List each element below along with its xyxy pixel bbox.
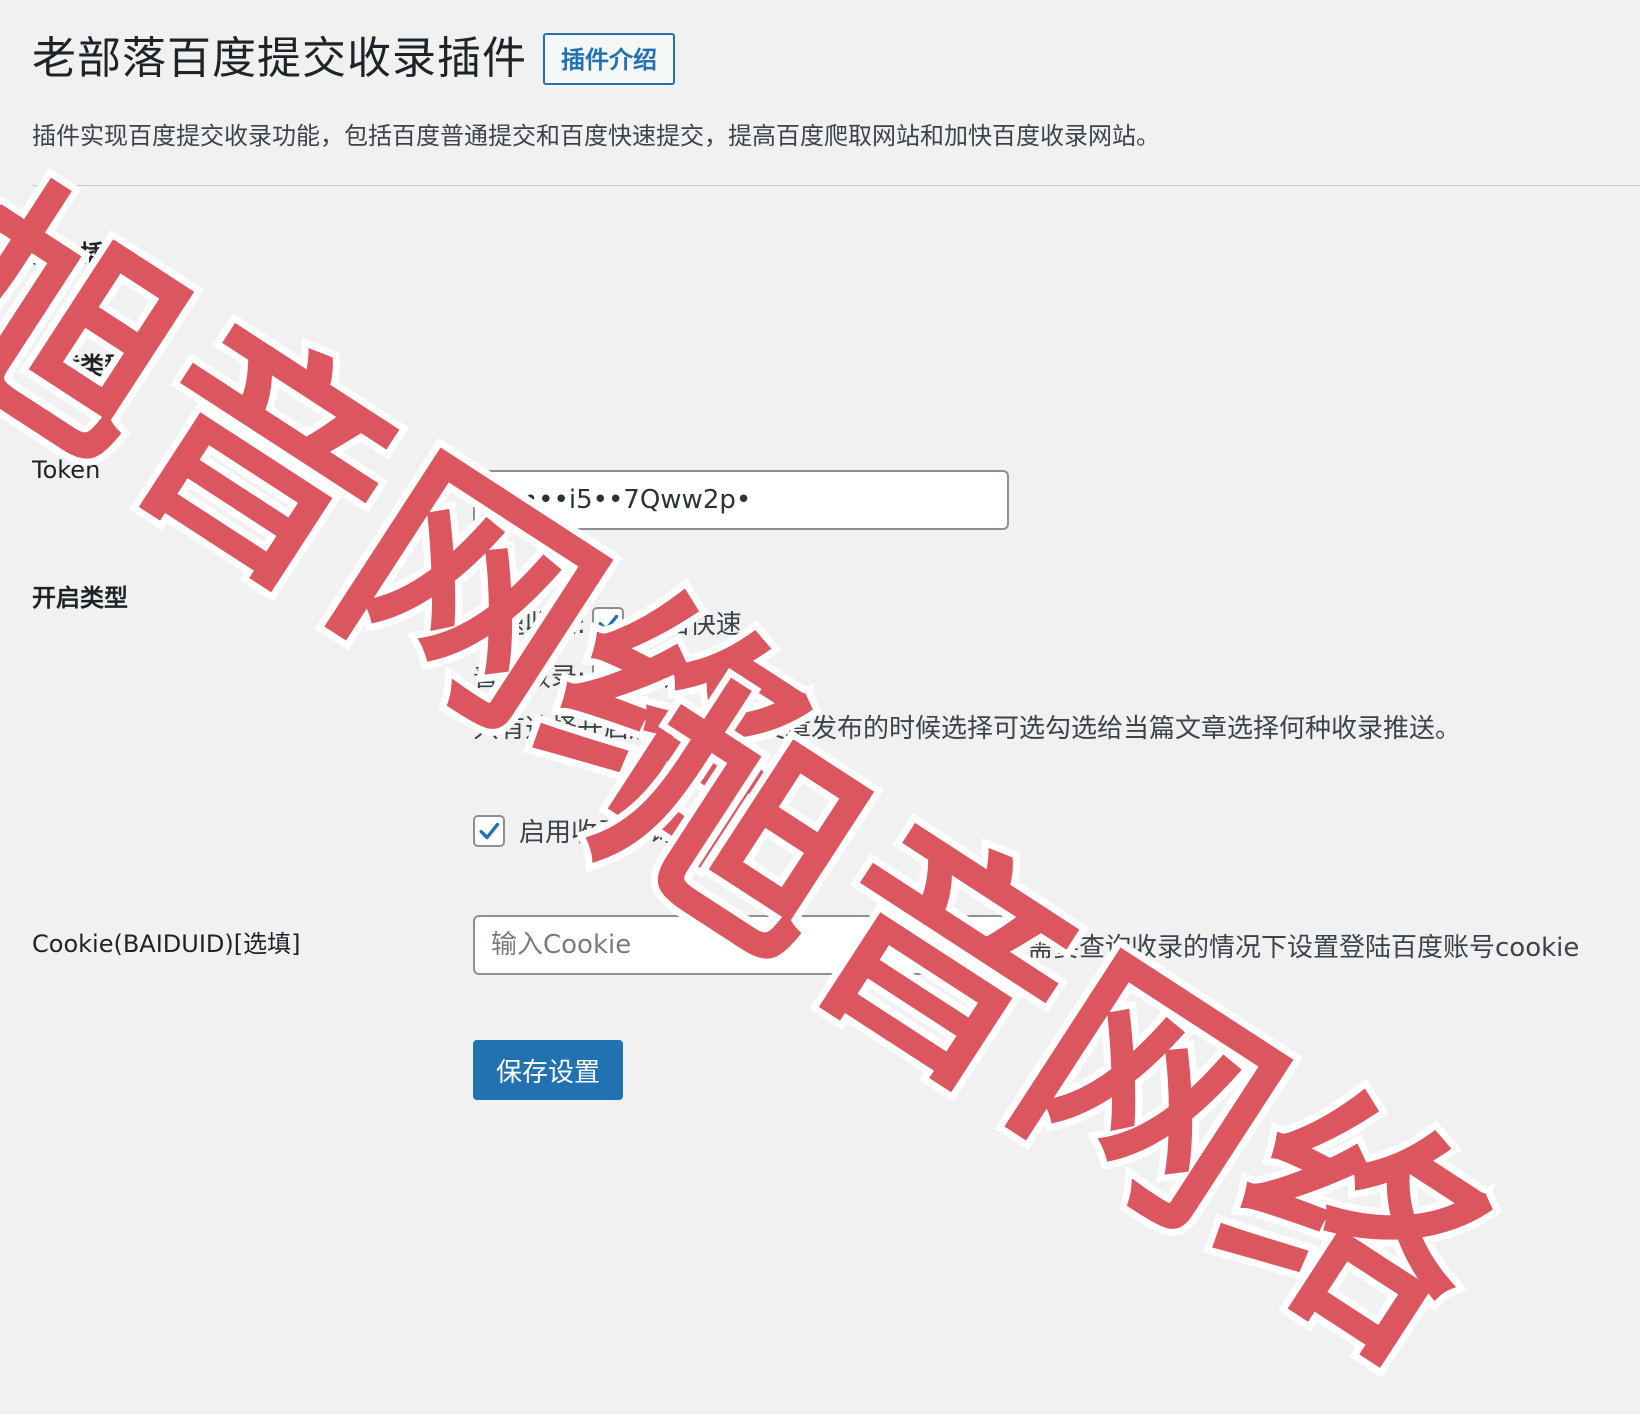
fast-submit-checkbox[interactable] [591, 606, 624, 639]
cookie-help: 需要查询收录的情况下设置登陆百度账号cookie [1027, 932, 1580, 963]
header-divider [32, 185, 1640, 186]
cookie-field-wrap: 需要查询收录的情况下设置登陆百度账号cookie [473, 915, 1579, 975]
title-row: 老部落百度提交收录插件 插件介绍 [32, 26, 675, 92]
normal-submit-option: 开启自动 [637, 663, 742, 693]
token-field-wrap [473, 470, 1009, 530]
plugin-intro-button[interactable]: 插件介绍 [543, 33, 675, 85]
token-label: Token [32, 456, 101, 484]
fast-submit-label: 快速收录: [473, 610, 586, 640]
plugin-description: 插件实现百度提交收录功能，包括百度普通提交和百度快速提交，提高百度爬取网站和加快… [32, 122, 1160, 150]
normal-submit-checkbox[interactable] [591, 659, 624, 692]
enable-type-label: 开启类型 [32, 584, 128, 612]
normal-submit-line: 普通收录: 开启自动 [473, 657, 742, 694]
query-feature-line: 启用收录查询功能 [473, 812, 727, 849]
query-feature-label: 启用收录查询功能 [519, 818, 728, 848]
fast-submit-line: 快速收录: 开启快速 [473, 604, 742, 641]
enable-type-help: 只有选择开启后，才能在文章发布的时候选择可选勾选给当篇文章选择何种收录推送。 [473, 714, 1462, 744]
checkmark-icon [598, 614, 618, 631]
normal-submit-label: 普通收录: [473, 663, 586, 693]
cookie-label: Cookie(BAIDUID)[选填] [32, 930, 301, 958]
checkmark-icon [479, 822, 500, 839]
post-type-label: 文章类型 [32, 352, 128, 380]
query-feature-checkbox[interactable] [473, 814, 505, 847]
token-input[interactable] [473, 470, 1009, 530]
enable-plugin-label: 开启插件 [32, 240, 128, 268]
fast-submit-option: 开启快速 [637, 610, 742, 640]
page-title: 老部落百度提交收录插件 [32, 33, 527, 84]
cookie-input[interactable] [473, 915, 1009, 975]
save-settings-button[interactable]: 保存设置 [473, 1040, 624, 1100]
settings-page: 老部落百度提交收录插件 插件介绍 插件实现百度提交收录功能，包括百度普通提交和百… [32, 0, 1640, 1136]
